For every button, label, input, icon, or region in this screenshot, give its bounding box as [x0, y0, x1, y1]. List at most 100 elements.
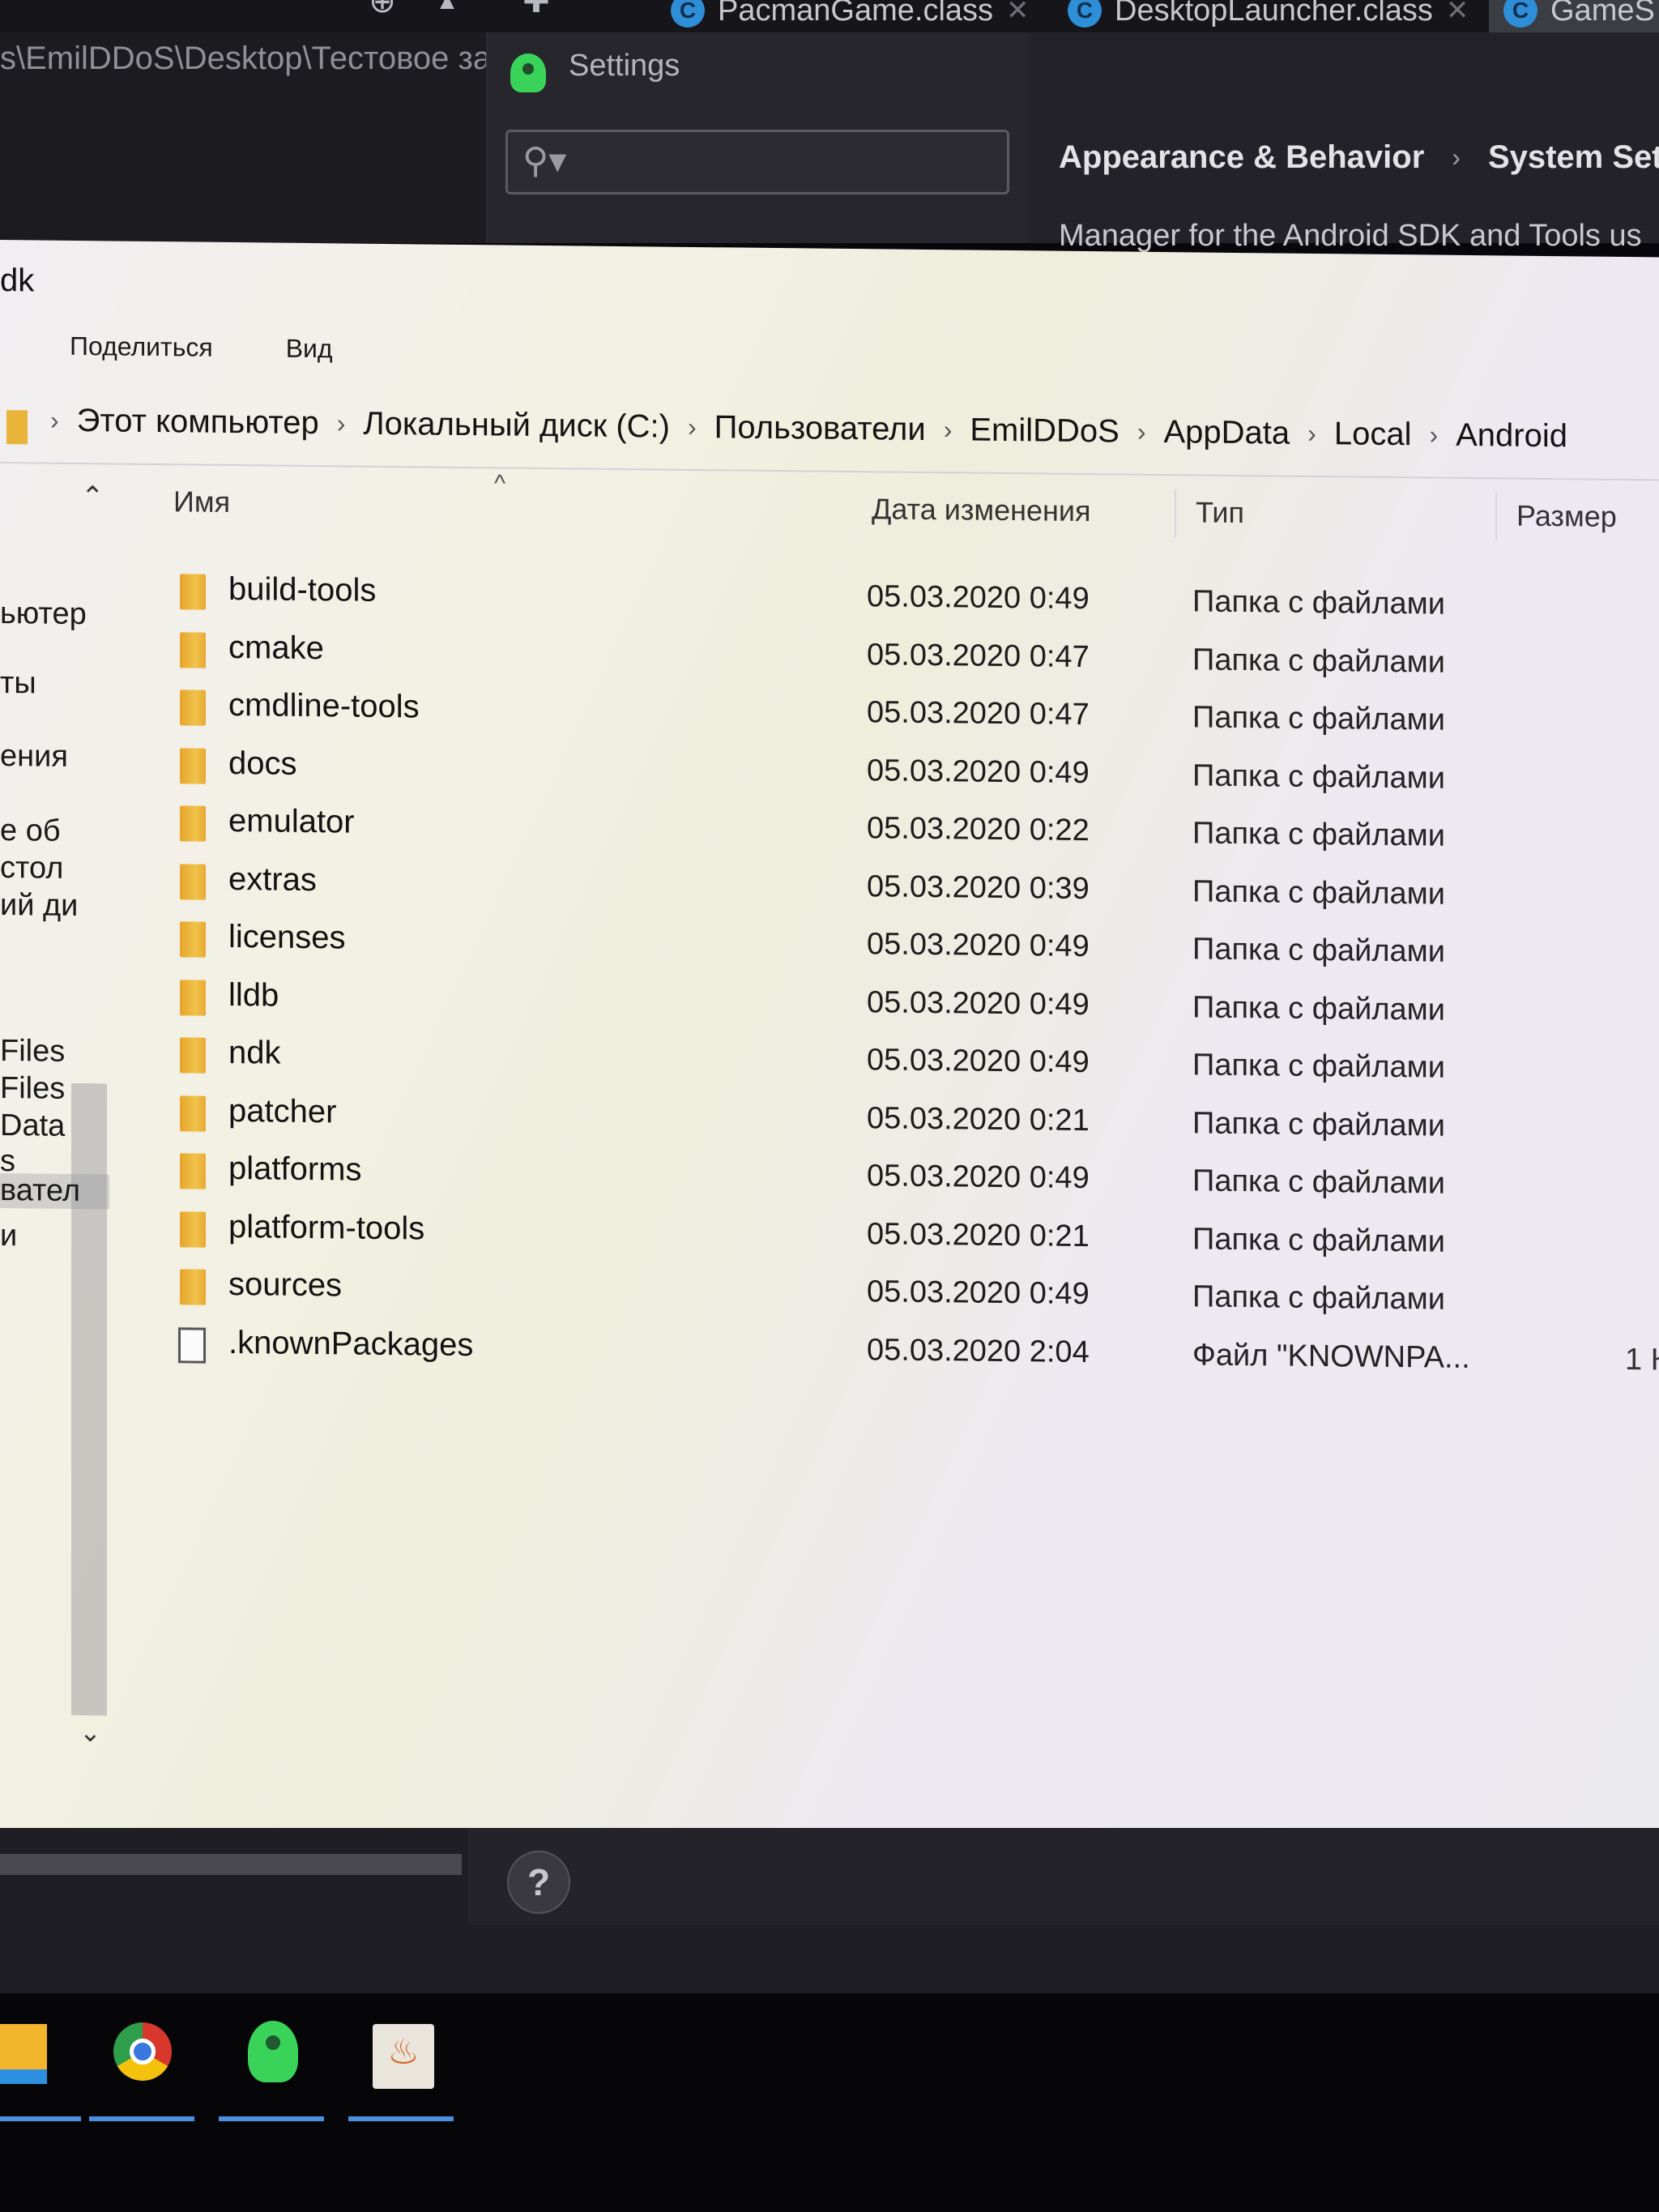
chevron-right-icon: › — [50, 405, 59, 435]
running-indicator — [0, 2116, 81, 2121]
chevron-right-icon: › — [336, 408, 346, 438]
folder-icon — [180, 1037, 206, 1074]
breadcrumb-item[interactable]: Local — [1334, 416, 1412, 453]
taskbar-app-chrome[interactable] — [89, 2001, 194, 2121]
column-header-size[interactable]: Размер — [1516, 499, 1617, 534]
chevron-up-icon[interactable]: ⌃ — [81, 480, 104, 513]
file-date-modified: 05.03.2020 0:21 — [867, 1216, 1090, 1253]
file-date-modified: 05.03.2020 0:49 — [867, 984, 1090, 1022]
taskbar-app-file-explorer[interactable] — [0, 2001, 81, 2121]
folder-icon — [180, 1269, 206, 1305]
file-date-modified: 05.03.2020 0:49 — [867, 927, 1090, 964]
file-date-modified: 05.03.2020 0:49 — [867, 1159, 1090, 1196]
breadcrumb-item[interactable]: EmilDDoS — [970, 412, 1119, 451]
breadcrumb-item[interactable]: System Setti — [1488, 139, 1659, 176]
taskbar-app-android-studio[interactable] — [219, 2001, 324, 2121]
file-name: build-tools — [228, 570, 377, 609]
file-name: docs — [228, 745, 297, 782]
file-type: Папка с файлами — [1192, 642, 1446, 680]
file-date-modified: 05.03.2020 0:47 — [867, 637, 1090, 674]
breadcrumb-item[interactable]: Пользователи — [714, 409, 926, 448]
column-divider[interactable] — [1175, 489, 1176, 538]
file-name: platforms — [228, 1150, 362, 1188]
folder-icon — [180, 1095, 206, 1132]
file-size: 1 К — [1625, 1342, 1659, 1377]
settings-search-input[interactable]: ⚲▾ — [505, 130, 1009, 194]
file-type: Папка с файлами — [1192, 873, 1446, 912]
ribbon-tabs: Поделиться Вид — [70, 331, 333, 364]
file-date-modified: 05.03.2020 0:21 — [867, 1100, 1090, 1138]
file-date-modified: 05.03.2020 0:47 — [867, 695, 1090, 732]
column-header-name[interactable]: Имя — [173, 485, 230, 519]
horizontal-scrollbar[interactable] — [0, 1854, 462, 1875]
running-indicator — [89, 2116, 194, 2121]
column-header-date[interactable]: Дата изменения — [872, 492, 1091, 528]
settings-description: Manager for the Android SDK and Tools us — [1059, 219, 1642, 253]
tab-label: PacmanGame.class — [718, 0, 994, 28]
folder-icon — [180, 979, 206, 1016]
breadcrumb-item[interactable]: Этот компьютер — [77, 403, 319, 442]
file-date-modified: 05.03.2020 0:49 — [867, 1275, 1090, 1312]
ribbon-tab-view[interactable]: Вид — [286, 334, 333, 365]
class-icon: C — [1503, 0, 1537, 28]
file-name: ndk — [228, 1034, 281, 1071]
close-icon[interactable]: ✕ — [1006, 0, 1030, 27]
chevron-right-icon: › — [1307, 418, 1316, 449]
folder-icon — [180, 1211, 206, 1248]
editor-tab[interactable]: C DesktopLauncher.class ✕ — [1053, 0, 1483, 32]
file-type: Папка с файлами — [1192, 989, 1446, 1027]
android-studio-icon — [510, 53, 546, 92]
folder-icon — [180, 574, 206, 610]
file-name: cmdline-tools — [228, 686, 420, 725]
file-type: Папка с файлами — [1192, 758, 1446, 796]
chevron-right-icon: › — [1429, 420, 1439, 450]
file-name: sources — [228, 1266, 343, 1304]
breadcrumb-item[interactable]: AppData — [1164, 414, 1290, 452]
breadcrumb-item[interactable]: Appearance & Behavior — [1059, 139, 1424, 176]
column-header-type[interactable]: Тип — [1196, 495, 1244, 530]
sort-ascending-icon: ^ — [494, 470, 506, 497]
ribbon-tab-share[interactable]: Поделиться — [70, 331, 213, 363]
editor-tab[interactable]: C PacmanGame.class ✕ — [656, 0, 1044, 32]
folder-icon — [180, 690, 206, 726]
file-date-modified: 05.03.2020 0:49 — [867, 1043, 1090, 1080]
file-list: build-tools 05.03.2020 0:49 Папка с файлам… — [0, 562, 1659, 1390]
class-icon: C — [671, 0, 705, 28]
column-divider[interactable] — [1495, 492, 1497, 541]
folder-icon — [180, 863, 206, 900]
settings-dialog: Settings ⚲▾ Appearance & Behavior › Syst… — [486, 32, 1659, 253]
file-name: cmake — [228, 629, 324, 666]
file-date-modified: 05.03.2020 0:49 — [867, 579, 1090, 617]
folder-icon — [180, 631, 206, 668]
breadcrumb-item[interactable]: Android — [1456, 417, 1567, 455]
search-icon: ⚲▾ — [522, 141, 567, 181]
tab-label: GameS — [1550, 0, 1655, 28]
file-type: Папка с файлами — [1192, 1221, 1446, 1259]
plug-icon[interactable]: ✚ — [518, 0, 554, 19]
breadcrumb-item[interactable]: Локальный диск (C:) — [363, 406, 670, 446]
help-button[interactable]: ? — [507, 1851, 570, 1914]
file-type: Папка с файлами — [1192, 1279, 1446, 1317]
editor-tab-strip: ⊕ ▲ ✚ C PacmanGame.class ✕ C DesktopLaun… — [0, 0, 1659, 39]
file-type: Папка с файлами — [1192, 816, 1446, 853]
taskbar-app-java[interactable]: ♨ — [348, 2001, 454, 2121]
file-name: lldb — [228, 976, 279, 1014]
folder-icon — [180, 921, 206, 958]
globe-icon[interactable]: ⊕ — [365, 0, 400, 19]
close-icon[interactable]: ✕ — [1446, 0, 1469, 27]
file-type: Папка с файлами — [1192, 700, 1446, 737]
class-icon: C — [1068, 0, 1102, 28]
arrow-up-icon[interactable]: ▲ — [429, 0, 465, 19]
taskbar: ♨ — [0, 1993, 1659, 2212]
file-date-modified: 05.03.2020 2:04 — [867, 1332, 1090, 1369]
chrome-icon — [113, 2022, 172, 2081]
folder-icon — [6, 410, 28, 445]
address-bar[interactable]: › Этот компьютер › Локальный диск (C:) ›… — [0, 391, 1659, 481]
chevron-right-icon: › — [943, 415, 953, 445]
running-indicator — [348, 2116, 454, 2121]
file-type: Папка с файлами — [1192, 932, 1446, 969]
ide-window-top: ⊕ ▲ ✚ C PacmanGame.class ✕ C DesktopLaun… — [0, 0, 1659, 253]
file-type: Папка с файлами — [1192, 1164, 1446, 1201]
chevron-down-icon[interactable]: ⌄ — [79, 1717, 101, 1748]
tab-label: DesktopLauncher.class — [1115, 0, 1433, 28]
